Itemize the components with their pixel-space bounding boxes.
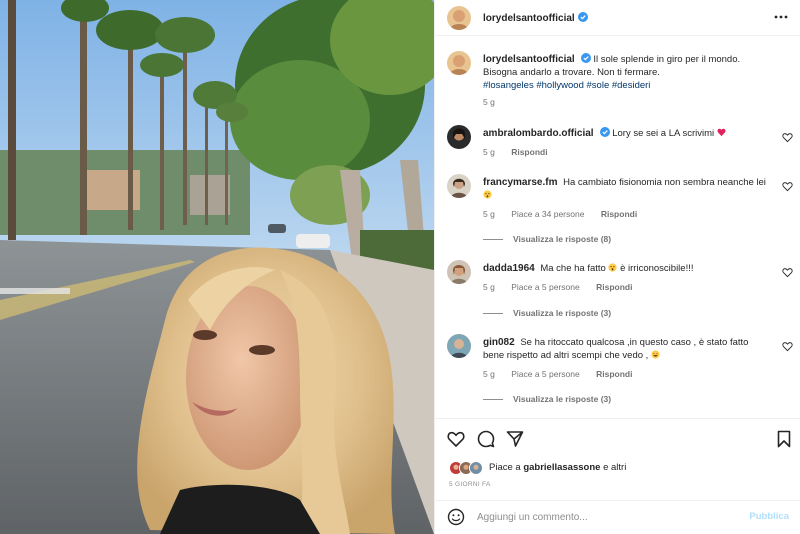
liker-username[interactable]: gabriellasassone <box>523 462 600 473</box>
verified-icon <box>599 127 610 137</box>
heart-icon[interactable] <box>782 341 793 352</box>
comment-likes[interactable]: Piace a 34 persone <box>511 209 584 219</box>
caption-username[interactable]: lorydelsantoofficial <box>483 54 575 65</box>
caption-avatar[interactable] <box>447 51 471 75</box>
view-replies-label: Visualizza le risposte (8) <box>513 234 612 244</box>
comment-icon[interactable] <box>477 430 495 448</box>
comment-time: 5 g <box>483 209 495 219</box>
caption-text: lorydelsantoofficial Il sole splende in … <box>483 53 763 92</box>
reply-button[interactable]: Rispondi <box>601 209 637 219</box>
replies-divider <box>483 313 503 315</box>
view-replies-label: Visualizza le risposte (3) <box>513 308 612 318</box>
publish-button[interactable]: Pubblica <box>749 511 789 522</box>
post-actions: Piace a gabriellasassone e altri 5 GIORN… <box>435 418 800 500</box>
comment-username[interactable]: gin082 <box>483 337 515 348</box>
comment-time: 5 g <box>483 369 495 379</box>
commenter-avatar[interactable] <box>447 125 471 149</box>
comment-username[interactable]: francymarse.fm <box>483 177 557 188</box>
comment-time: 5 g <box>483 147 495 157</box>
comments-list[interactable]: lorydelsantoofficial Il sole splende in … <box>435 37 800 418</box>
add-comment-bar: Pubblica <box>435 500 800 534</box>
comment-body: Ma che ha fatto <box>540 263 606 274</box>
comment-body: Se ha ritoccato qualcosa ,in questo caso… <box>483 337 749 361</box>
heart-icon[interactable] <box>782 181 793 192</box>
comment-body-continued: è irriconoscibile!!! <box>620 263 694 274</box>
post-photo[interactable] <box>0 0 434 534</box>
view-replies-label: Visualizza le risposte (3) <box>513 394 612 404</box>
liker-avatar <box>469 461 483 475</box>
caption-time: 5 g <box>483 97 495 107</box>
comment-username[interactable]: dadda1964 <box>483 263 535 274</box>
commenter-avatar[interactable] <box>447 260 471 284</box>
commenter-avatar[interactable] <box>447 334 471 358</box>
commenter-avatar[interactable] <box>447 174 471 198</box>
author-avatar[interactable] <box>447 6 471 30</box>
astonished-face-emoji-icon <box>608 263 618 272</box>
comment-input[interactable] <box>477 509 737 525</box>
post-header: lorydelsantoofficial <box>435 0 800 36</box>
post-date: 5 GIORNI FA <box>449 481 491 488</box>
astonished-face-emoji-icon <box>483 190 492 199</box>
caption-hashtags[interactable]: #losangeles #hollywood #sole #desideri <box>483 80 650 91</box>
comment-text: francymarse.fm Ha cambiato fisionomia no… <box>483 176 773 202</box>
heart-icon[interactable] <box>782 132 793 143</box>
view-replies-button[interactable]: Visualizza le risposte (8) <box>483 234 611 244</box>
view-replies-button[interactable]: Visualizza le risposte (3) <box>483 394 611 404</box>
emoji-icon[interactable] <box>447 508 465 526</box>
author-username[interactable]: lorydelsantoofficial <box>483 12 588 24</box>
liker-avatars <box>449 461 485 475</box>
reply-button[interactable]: Rispondi <box>596 282 632 292</box>
comment-text: gin082 Se ha ritoccato qualcosa ,in ques… <box>483 336 763 362</box>
caption-meta: 5 g <box>483 97 509 107</box>
heart-icon[interactable] <box>447 430 465 448</box>
red-heart-emoji-icon <box>717 128 726 137</box>
post-image <box>0 0 434 534</box>
comment-meta: 5 g Piace a 34 persone Rispondi <box>483 209 651 219</box>
verified-icon <box>580 53 591 63</box>
share-icon[interactable] <box>506 430 524 448</box>
reply-button[interactable]: Rispondi <box>596 369 632 379</box>
replies-divider <box>483 399 503 401</box>
comment-body: Ha cambiato fisionomia non sembra neanch… <box>563 177 766 188</box>
more-icon[interactable] <box>773 9 789 25</box>
verified-icon <box>577 12 588 22</box>
comment-likes[interactable]: Piace a 5 persone <box>511 282 580 292</box>
comment-username[interactable]: ambralombardo.official <box>483 128 594 139</box>
heart-icon[interactable] <box>782 267 793 278</box>
comment-time: 5 g <box>483 282 495 292</box>
bookmark-icon[interactable] <box>775 430 793 448</box>
comment-body: Lory se sei a LA scrivimi <box>612 128 715 139</box>
post-sidebar: lorydelsantoofficial lorydelsantoofficia… <box>434 0 800 534</box>
comment-meta: 5 g Piace a 5 persone Rispondi <box>483 369 646 379</box>
comment-text: dadda1964 Ma che ha fatto è irriconoscib… <box>483 262 773 275</box>
comment-meta: 5 g Rispondi <box>483 147 562 157</box>
comment-meta: 5 g Piace a 5 persone Rispondi <box>483 282 646 292</box>
reply-button[interactable]: Rispondi <box>511 147 547 157</box>
grinning-face-emoji-icon <box>651 350 660 359</box>
likes-text: Piace a gabriellasassone e altri <box>489 462 627 473</box>
view-replies-button[interactable]: Visualizza le risposte (3) <box>483 308 611 318</box>
comment-text: ambralombardo.official Lory se sei a LA … <box>483 127 773 140</box>
comment-likes[interactable]: Piace a 5 persone <box>511 369 580 379</box>
replies-divider <box>483 239 503 241</box>
